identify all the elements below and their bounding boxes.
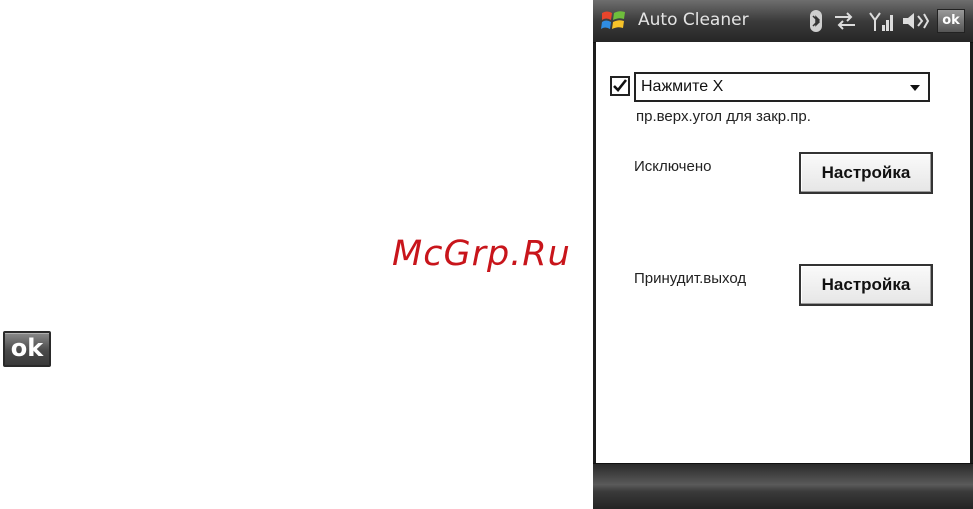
chevron-down-icon xyxy=(910,85,920,91)
soft-key-bar xyxy=(593,463,973,509)
ok-key-illustration: ok xyxy=(3,331,51,367)
ok-button[interactable]: ok xyxy=(937,9,965,33)
close-option-hint: пр.верх.угол для закр.пр. xyxy=(636,108,811,125)
signal-strength-icon xyxy=(869,12,893,31)
checkmark-icon xyxy=(613,79,628,92)
title-bar: Auto Cleaner ok xyxy=(593,0,973,43)
bluetooth-icon xyxy=(810,10,822,32)
page: ok McGrp.Ru Auto Cleaner ok Нажмите X пр… xyxy=(0,0,973,509)
watermark: McGrp.Ru xyxy=(392,234,571,274)
settings-panel: Нажмите X пр.верх.угол для закр.пр. Искл… xyxy=(596,42,970,463)
sync-arrows-icon xyxy=(835,12,855,30)
force-exit-setup-button[interactable]: Настройка xyxy=(799,264,933,306)
close-option-checkbox[interactable] xyxy=(610,76,630,96)
exclusions-setup-button[interactable]: Настройка xyxy=(799,152,933,194)
close-method-dropdown[interactable]: Нажмите X xyxy=(634,72,930,102)
exclusions-label: Исключено xyxy=(634,158,712,175)
app-title: Auto Cleaner xyxy=(638,10,749,30)
dropdown-selected-value: Нажмите X xyxy=(641,78,724,95)
device-screen: Auto Cleaner ok Нажмите X пр.верх.угол д… xyxy=(593,0,973,509)
force-exit-label: Принудит.выход xyxy=(634,270,747,287)
volume-icon xyxy=(903,13,930,29)
windows-start-icon[interactable] xyxy=(599,7,629,35)
